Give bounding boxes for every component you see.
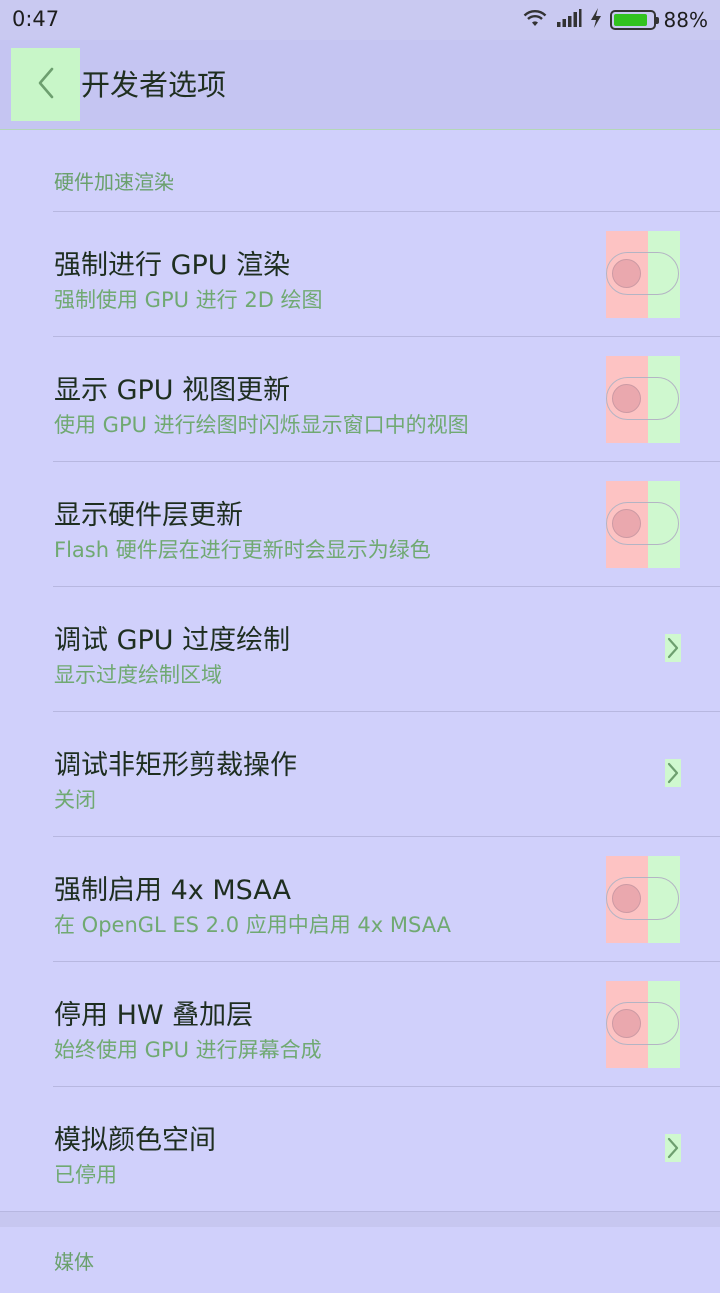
chevron-left-icon [36, 67, 56, 103]
toggle-switch[interactable] [606, 231, 680, 318]
section-header-hardware: 硬件加速渲染 [54, 170, 174, 194]
setting-summary: 已停用 [54, 1163, 117, 1187]
setting-title: 显示 GPU 视图更新 [54, 375, 291, 406]
setting-summary: 使用 GPU 进行绘图时闪烁显示窗口中的视图 [54, 413, 469, 437]
setting-row-gpu-view-updates[interactable]: 显示 GPU 视图更新 使用 GPU 进行绘图时闪烁显示窗口中的视图 [53, 336, 720, 461]
setting-title: 模拟颜色空间 [54, 1125, 216, 1156]
setting-row-non-rect-clip[interactable]: 调试非矩形剪裁操作 关闭 [53, 711, 720, 836]
title-bar: 开发者选项 [0, 40, 720, 130]
toggle-knob [612, 884, 641, 913]
section-header-media: 媒体 [54, 1250, 94, 1274]
chevron-right-icon [665, 1134, 681, 1162]
setting-title: 调试非矩形剪裁操作 [54, 750, 297, 781]
charging-icon [590, 7, 602, 34]
status-time: 0:47 [12, 7, 60, 31]
wifi-icon [522, 8, 548, 33]
battery-percent: 88% [663, 8, 708, 32]
status-icons: 88% [522, 6, 708, 34]
setting-summary: 关闭 [54, 788, 96, 812]
section-divider [0, 1211, 720, 1227]
chevron-right-icon [665, 634, 681, 662]
setting-title: 调试 GPU 过度绘制 [54, 625, 291, 656]
toggle-knob [612, 259, 641, 288]
status-bar: 0:47 88% [0, 0, 720, 40]
setting-summary: 在 OpenGL ES 2.0 应用中启用 4x MSAA [54, 913, 452, 937]
setting-summary: Flash 硬件层在进行更新时会显示为绿色 [54, 538, 431, 562]
setting-row-simulate-color-space[interactable]: 模拟颜色空间 已停用 [53, 1086, 720, 1211]
setting-row-disable-hw-overlays[interactable]: 停用 HW 叠加层 始终使用 GPU 进行屏幕合成 [53, 961, 720, 1086]
setting-row-force-gpu[interactable]: 强制进行 GPU 渲染 强制使用 GPU 进行 2D 绘图 [53, 211, 720, 336]
toggle-switch[interactable] [606, 481, 680, 568]
setting-row-force-msaa[interactable]: 强制启用 4x MSAA 在 OpenGL ES 2.0 应用中启用 4x MS… [53, 836, 720, 961]
toggle-switch[interactable] [606, 856, 680, 943]
toggle-knob [612, 384, 641, 413]
toggle-switch[interactable] [606, 356, 680, 443]
chevron-right-icon [665, 759, 681, 787]
setting-row-debug-overdraw[interactable]: 调试 GPU 过度绘制 显示过度绘制区域 [53, 586, 720, 711]
toggle-knob [612, 1009, 641, 1038]
signal-icon [556, 8, 582, 33]
setting-title: 强制启用 4x MSAA [54, 875, 291, 906]
settings-list: 硬件加速渲染 强制进行 GPU 渲染 强制使用 GPU 进行 2D 绘图 显示 … [0, 145, 720, 1293]
back-button[interactable] [11, 48, 80, 121]
setting-summary: 强制使用 GPU 进行 2D 绘图 [54, 288, 323, 312]
setting-title: 强制进行 GPU 渲染 [54, 250, 291, 281]
toggle-switch[interactable] [606, 981, 680, 1068]
setting-row-hw-layer-updates[interactable]: 显示硬件层更新 Flash 硬件层在进行更新时会显示为绿色 [53, 461, 720, 586]
setting-summary: 显示过度绘制区域 [54, 663, 222, 687]
setting-summary: 始终使用 GPU 进行屏幕合成 [54, 1038, 322, 1062]
toggle-knob [612, 509, 641, 538]
battery-fill [613, 14, 647, 26]
page-title: 开发者选项 [81, 68, 227, 102]
setting-title: 显示硬件层更新 [54, 500, 243, 531]
battery-icon [609, 10, 659, 30]
setting-title: 停用 HW 叠加层 [54, 1000, 254, 1031]
